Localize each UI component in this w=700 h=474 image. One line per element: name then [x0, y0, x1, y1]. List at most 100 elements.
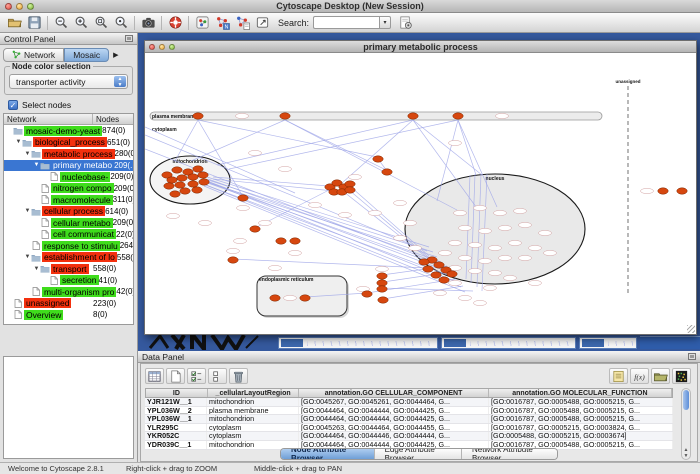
tree-row-cell-communicat[interactable]: cell communicat22(0): [4, 229, 133, 241]
search-dropdown-arrow-icon[interactable]: ▾: [379, 16, 391, 29]
tree-row-biological-process[interactable]: ▼biological_process651(0): [4, 137, 133, 149]
expander-icon[interactable]: ▼: [24, 208, 31, 214]
new-attribute-button[interactable]: [166, 368, 185, 384]
network-node[interactable]: [198, 172, 208, 178]
network-node[interactable]: [170, 191, 180, 197]
expander-icon[interactable]: ▼: [24, 254, 31, 260]
tree-row-secretion[interactable]: secretion41(0): [4, 275, 133, 287]
background-window-fragment[interactable]: [640, 336, 700, 349]
background-window-fragment[interactable]: [441, 337, 576, 349]
network-node[interactable]: [280, 113, 290, 119]
network-node[interactable]: [453, 113, 463, 119]
expander-icon[interactable]: ▼: [24, 151, 31, 157]
network-node[interactable]: [228, 257, 238, 263]
tab-network-attribute-browser[interactable]: Network Attribute Browser: [462, 449, 557, 459]
network-node[interactable]: [193, 113, 203, 119]
select-attributes-button[interactable]: [187, 368, 206, 384]
matrix-button[interactable]: [672, 368, 691, 384]
network-node[interactable]: [362, 291, 372, 297]
network-node[interactable]: [677, 188, 687, 194]
network-node[interactable]: [447, 271, 457, 277]
tree-row-nucleobase-[interactable]: nucleobase-209(0): [4, 171, 133, 183]
network-node[interactable]: [377, 280, 387, 286]
select-nodes-checkbox[interactable]: ✓: [8, 100, 18, 110]
float-panel-icon[interactable]: [125, 35, 133, 42]
help-button[interactable]: [165, 14, 185, 31]
unselect-attributes-button[interactable]: [208, 368, 227, 384]
tree-row-cellular-metabo[interactable]: cellular metabo209(0): [4, 217, 133, 229]
tree-row-multi-organism-pro[interactable]: multi-organism pro42(0): [4, 286, 133, 298]
expander-icon[interactable]: ▼: [33, 266, 40, 272]
network-node[interactable]: [276, 238, 286, 244]
tab-overflow-arrow-icon[interactable]: ▶: [113, 51, 118, 59]
import-button[interactable]: [651, 368, 670, 384]
search-input[interactable]: [313, 16, 379, 29]
network-node[interactable]: [177, 175, 187, 181]
tab-network[interactable]: Network: [3, 48, 64, 62]
tree-row-transport[interactable]: ▼transport558(0): [4, 263, 133, 275]
notes-button[interactable]: [609, 368, 628, 384]
network-node[interactable]: [377, 286, 387, 292]
table-row-YLR295C[interactable]: YLR295Ccytoplasm[GO:0045263, GO:0044464,…: [145, 424, 673, 433]
table-scrollbar[interactable]: ▲▼: [681, 388, 691, 460]
tab-mosaic[interactable]: Mosaic: [64, 48, 109, 62]
tree-row-overview[interactable]: Overview8(0): [4, 309, 133, 321]
network-node[interactable]: [250, 226, 260, 232]
network-node[interactable]: [423, 266, 433, 272]
column-header-0[interactable]: ID: [146, 389, 208, 397]
table-row-YKR052C[interactable]: YKR052Ccytoplasm[GO:0044464, GO:0044446,…: [145, 432, 673, 441]
network-window-titlebar[interactable]: primary metabolic process: [145, 41, 696, 53]
network-node[interactable]: [188, 174, 198, 180]
tree-column-network[interactable]: Network: [4, 114, 93, 124]
network-node[interactable]: [434, 262, 444, 268]
zoom-in-button[interactable]: [71, 14, 91, 31]
network-node[interactable]: [172, 167, 182, 173]
column-header-3[interactable]: annotation.GO MOLECULAR_FUNCTION: [489, 389, 672, 397]
tree-row-primary-metabo[interactable]: ▼primary metabo209(...: [4, 160, 133, 172]
scrollbar-thumb[interactable]: [683, 390, 689, 410]
network-node[interactable]: [180, 188, 190, 194]
table-row-YPL036W__2[interactable]: YPL036W__2plasma membrane[GO:0044464, GO…: [145, 407, 673, 416]
network-node[interactable]: [382, 169, 392, 175]
network-file-button[interactable]: [232, 14, 252, 31]
network-node[interactable]: [377, 273, 387, 279]
network-node[interactable]: [188, 181, 198, 187]
tab-edge-attribute-browser[interactable]: Edge Attribute Browser: [375, 449, 462, 459]
tree-column-nodes[interactable]: Nodes: [93, 114, 133, 124]
tree-row-metabolic-process[interactable]: ▼metabolic process280(0): [4, 148, 133, 160]
function-button[interactable]: f(x): [630, 368, 649, 384]
network-node[interactable]: [345, 187, 355, 193]
annotation-button[interactable]: [252, 14, 272, 31]
table-row-YJR121W__1[interactable]: YJR121W__1mitochondrion[GO:0045267, GO:0…: [145, 398, 673, 407]
network-node[interactable]: [373, 156, 383, 162]
tree-row-response-to-stimulu[interactable]: response to stimulu264(0): [4, 240, 133, 252]
tree-row-establishment-of-lo[interactable]: ▼establishment of lo558(0): [4, 252, 133, 264]
network-node[interactable]: [199, 179, 209, 185]
delete-attribute-button[interactable]: [229, 368, 248, 384]
network-node[interactable]: [192, 187, 202, 193]
zoom-fit-button[interactable]: [111, 14, 131, 31]
node-color-dropdown[interactable]: transporter activity ▲▼: [9, 74, 128, 89]
network-node[interactable]: [238, 195, 248, 201]
scrollbar-arrows[interactable]: ▲▼: [682, 447, 690, 459]
network-node[interactable]: [439, 277, 449, 283]
table-row-YPL036W__1[interactable]: YPL036W__1mitochondrion[GO:0044464, GO:0…: [145, 415, 673, 424]
network-node[interactable]: [270, 295, 280, 301]
snapshot-button[interactable]: [138, 14, 158, 31]
network-node[interactable]: [175, 182, 185, 188]
filter-button[interactable]: [395, 14, 415, 31]
tree-row-macromolecule[interactable]: macromolecule311(0): [4, 194, 133, 206]
vizmapper-button[interactable]: [192, 14, 212, 31]
expander-icon[interactable]: ▼: [15, 139, 22, 145]
tree-row-cellular-process[interactable]: ▼cellular process614(0): [4, 206, 133, 218]
background-window-fragment[interactable]: [579, 337, 637, 349]
network-from-selection-button[interactable]: N: [212, 14, 232, 31]
network-node[interactable]: [300, 295, 310, 301]
tree-row-mosaic-demo-yeast[interactable]: mosaic-demo-yeast874(0): [4, 125, 133, 137]
network-node[interactable]: [431, 272, 441, 278]
float-panel-icon[interactable]: [688, 353, 696, 360]
tree-row-unassigned[interactable]: unassigned223(0): [4, 298, 133, 310]
network-node[interactable]: [408, 113, 418, 119]
network-node[interactable]: [658, 188, 668, 194]
tree-row-nitrogen-compo[interactable]: nitrogen compo209(0): [4, 183, 133, 195]
